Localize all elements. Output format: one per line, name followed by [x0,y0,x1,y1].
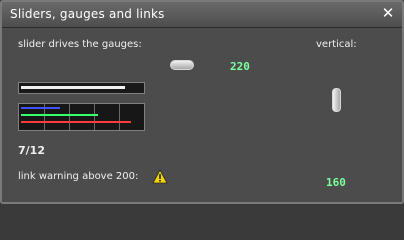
blue-gauge-bar [21,107,60,109]
gauge-divider [119,104,120,130]
white-gauge [18,82,145,94]
horizontal-slider-handle[interactable] [170,60,194,70]
horizontal-slider-value: 220 [230,60,250,73]
page-counter: 7/12 [18,144,45,157]
warning-label: link warning above 200: [18,171,139,182]
title-bar[interactable]: Sliders, gauges and links ✕ [2,2,402,28]
vertical-slider-value: 160 [326,176,346,189]
content-area: slider drives the gauges: 220 vertical: … [2,28,402,202]
gauge-divider [94,104,95,130]
vertical-slider-handle[interactable] [332,88,341,112]
window-title: Sliders, gauges and links [10,7,165,21]
gauge-divider [69,104,70,130]
close-icon[interactable]: ✕ [380,5,396,21]
white-gauge-fill [21,86,125,89]
dialog-window: Sliders, gauges and links ✕ slider drive… [0,0,404,204]
vertical-label: vertical: [316,39,357,50]
red-gauge-bar [21,121,131,123]
warning-icon [152,169,168,184]
slider-label: slider drives the gauges: [18,39,142,50]
color-gauges-panel [18,103,145,131]
green-gauge-bar [21,114,98,116]
